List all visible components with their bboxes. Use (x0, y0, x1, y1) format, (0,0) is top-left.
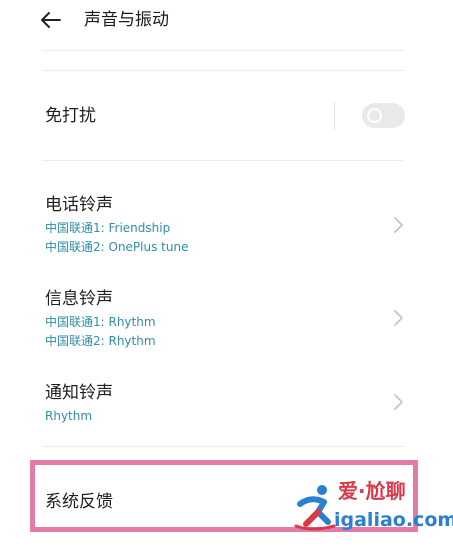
watermark-bottom-text: igaliao.com (334, 509, 453, 531)
divider (42, 70, 404, 71)
divider (42, 50, 404, 51)
ringtone-sim1-value: 中国联通1: Friendship (45, 221, 171, 235)
divider (42, 446, 404, 447)
top-bar: 声音与振动 (0, 0, 453, 44)
ringtone-sim2-value: 中国联通2: OnePlus tune (45, 240, 189, 254)
chevron-right-icon (394, 310, 403, 326)
back-arrow-icon[interactable] (38, 8, 64, 32)
vertical-separator (334, 102, 335, 130)
do-not-disturb-toggle[interactable] (362, 103, 405, 128)
runner-logo-icon (294, 485, 336, 531)
watermark-top-text: 爱·尬聊 (338, 479, 406, 503)
notification-tone-value: Rhythm (45, 409, 93, 423)
toggle-knob (367, 108, 382, 123)
notification-tone-label: 通知铃声 (45, 383, 113, 403)
chevron-right-icon (394, 217, 403, 233)
ringtone-label: 电话铃声 (45, 195, 113, 215)
message-tone-sim2-value: 中国联通2: Rhythm (45, 334, 156, 348)
do-not-disturb-label: 免打扰 (45, 106, 96, 126)
divider (42, 160, 404, 161)
page-title: 声音与振动 (84, 10, 169, 30)
chevron-right-icon (394, 394, 403, 410)
message-tone-label: 信息铃声 (45, 289, 113, 309)
watermark-logo: 爱·尬聊 igaliao.com (294, 478, 453, 538)
message-tone-sim1-value: 中国联通1: Rhythm (45, 315, 156, 329)
